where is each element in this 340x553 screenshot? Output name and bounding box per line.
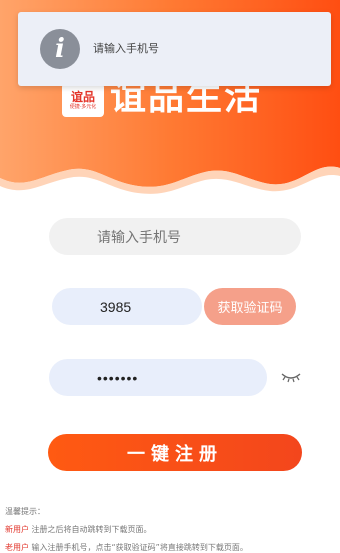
logo-text: 谊品 <box>70 89 95 104</box>
eye-closed-icon[interactable] <box>280 370 302 384</box>
tips-section: 温馨提示： 新用户 注册之后将自动跳转到下载页面。 老用户 输入注册手机号，点击… <box>5 503 338 553</box>
old-user-text: 输入注册手机号，点击“获取验证码”将直接跳转到下载页面。 <box>29 543 248 552</box>
tips-heading: 温馨提示： <box>5 507 45 516</box>
info-icon: i <box>40 29 80 69</box>
toast-notification: i 请输入手机号 <box>18 12 331 86</box>
get-code-button[interactable]: 获取验证码 <box>204 288 296 325</box>
new-user-label: 新用户 <box>5 525 29 534</box>
logo-tagline: 便捷·多元化 <box>69 103 97 110</box>
phone-input[interactable] <box>49 218 301 255</box>
password-value: ••••••• <box>97 369 139 386</box>
brand-logo: 谊品 便捷·多元化 <box>62 83 104 117</box>
password-input[interactable]: ••••••• <box>49 359 267 396</box>
toast-message: 请输入手机号 <box>93 42 159 55</box>
old-user-label: 老用户 <box>5 543 29 552</box>
tips-new-user: 新用户 注册之后将自动跳转到下载页面。 <box>5 521 338 539</box>
new-user-text: 注册之后将自动跳转到下载页面。 <box>29 525 152 534</box>
register-button[interactable]: 一键注册 <box>48 434 302 471</box>
tips-old-user: 老用户 输入注册手机号，点击“获取验证码”将直接跳转到下载页面。 <box>5 539 338 553</box>
verification-code-input[interactable] <box>52 288 202 325</box>
